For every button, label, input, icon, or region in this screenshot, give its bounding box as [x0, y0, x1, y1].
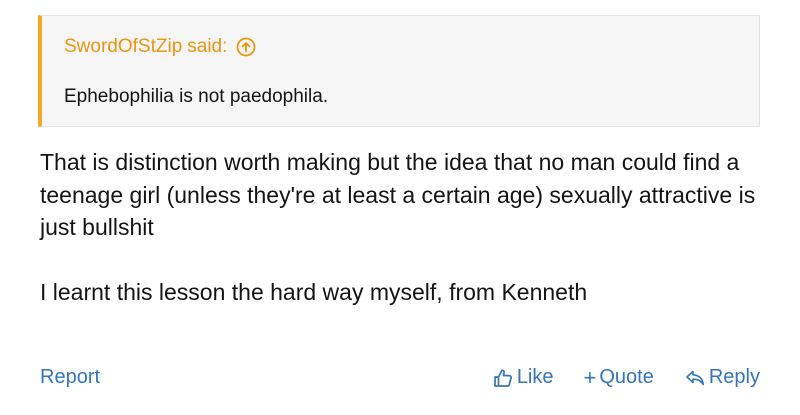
post-actions: Like + Quote Reply [492, 366, 760, 389]
quote-author[interactable]: SwordOfStZip [64, 36, 182, 58]
quote-button[interactable]: + Quote [584, 366, 654, 389]
forum-post: SwordOfStZip said: Ephebophilia is not p… [0, 0, 800, 415]
plus-icon: + [583, 364, 597, 390]
reply-label: Reply [708, 366, 760, 388]
report-link[interactable]: Report [40, 366, 100, 389]
message-paragraph: That is distinction worth making but the… [40, 149, 756, 240]
message-paragraph: I learnt this lesson the hard way myself… [40, 278, 588, 305]
like-label: Like [516, 366, 554, 388]
like-button[interactable]: Like [492, 366, 554, 389]
reply-button[interactable]: Reply [684, 366, 760, 389]
reply-arrow-icon [684, 367, 706, 389]
quote-attribution[interactable]: SwordOfStZip said: [64, 36, 256, 58]
quote-said-label: said: [187, 36, 228, 57]
message-body: That is distinction worth making but the… [40, 146, 760, 308]
quote-block: SwordOfStZip said: Ephebophilia is not p… [38, 15, 760, 127]
quote-label: Quote [599, 366, 654, 388]
thumbs-up-icon [492, 367, 514, 389]
quote-text: Ephebophilia is not paedophila. [64, 86, 329, 107]
post-footer: Report Like + Quote Reply [40, 366, 760, 394]
arrow-up-circle-icon[interactable] [236, 37, 256, 57]
